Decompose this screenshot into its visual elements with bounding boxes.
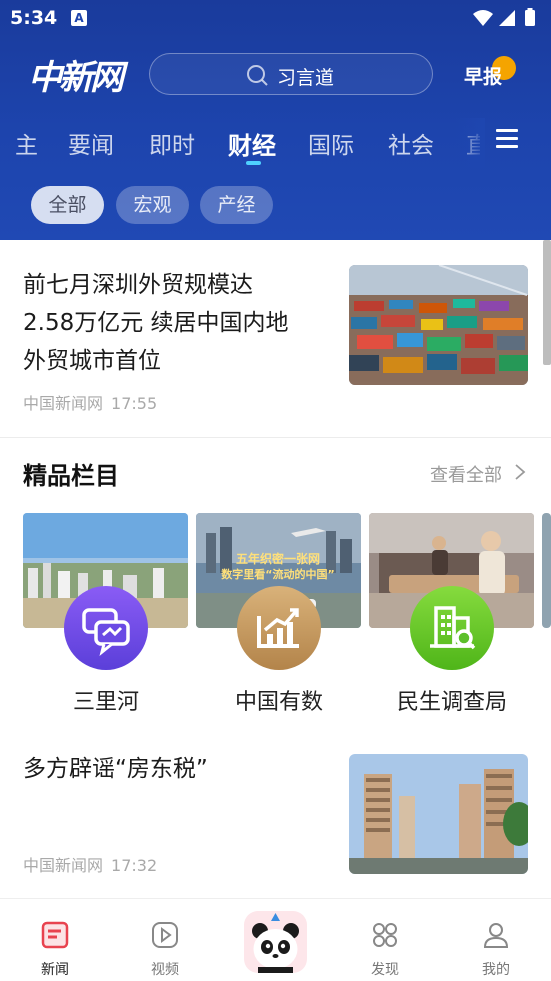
divider	[0, 437, 551, 438]
nav-label: 发现	[371, 962, 399, 978]
article-meta: 中国新闻网 17:32	[23, 852, 157, 876]
article-time: 17:55	[111, 394, 158, 413]
column-label-china-data[interactable]: 中国有数	[194, 684, 364, 716]
news-item[interactable]: 前七月深圳外贸规模达 2.58万亿元 续居中国内地 外贸城市首位 中国新闻网 17…	[0, 240, 551, 437]
article-source: 中国新闻网	[23, 856, 104, 875]
see-all-link[interactable]: 查看全部	[430, 461, 502, 487]
news-icon	[41, 921, 69, 949]
article-time: 17:32	[111, 856, 158, 875]
header: 5:34 A 中新网 习言道 早报 主 要闻 即时 财经 国际 社会 直 全部 …	[0, 0, 551, 240]
article-title: 前七月深圳外贸规模达 2.58万亿元 续居中国内地 外贸城市首位	[23, 266, 333, 380]
column-label-livelihood-survey[interactable]: 民生调查局	[367, 684, 537, 716]
chart-growth-icon[interactable]	[237, 586, 321, 670]
article-thumbnail	[349, 265, 528, 385]
tab-society[interactable]: 社会	[388, 126, 434, 160]
nav-profile[interactable]: 我的	[451, 899, 541, 981]
category-tabs: 主 要闻 即时 财经 国际 社会 直	[0, 122, 480, 168]
premium-section-title: 精品栏目	[23, 462, 119, 490]
signal-icon	[499, 10, 515, 26]
column-label-sanlihe[interactable]: 三里河	[21, 684, 191, 716]
status-time: 5:34	[10, 7, 58, 29]
article-thumbnail	[349, 754, 528, 874]
building-search-icon[interactable]	[410, 586, 494, 670]
tab-partial-left[interactable]: 主	[15, 126, 38, 160]
menu-icon[interactable]	[496, 129, 520, 151]
chevron-right-icon	[515, 464, 526, 480]
article-title-line: 前七月深圳外贸规模达	[23, 272, 253, 298]
chat-bubbles-icon[interactable]	[64, 586, 148, 670]
nav-label: 我的	[482, 962, 510, 978]
nav-news[interactable]: 新闻	[10, 899, 100, 981]
wifi-icon	[473, 10, 493, 26]
app-logo[interactable]: 中新网	[28, 50, 124, 98]
tabs-fade	[455, 118, 485, 168]
panda-icon[interactable]	[244, 911, 307, 973]
nav-video[interactable]: 视频	[120, 899, 210, 981]
play-icon	[152, 922, 178, 948]
search-placeholder: 习言道	[277, 67, 335, 89]
nav-label: 新闻	[41, 962, 69, 978]
article-title: 多方辟谣“房东税”	[23, 750, 333, 788]
status-icons	[473, 8, 535, 26]
article-title-line: 2.58万亿元 续居中国内地	[23, 310, 289, 336]
chip-industry[interactable]: 产经	[200, 186, 273, 224]
search-icon	[247, 65, 268, 86]
card-banner-line-1: 五年织密一张网	[236, 551, 320, 566]
search-bar[interactable]: 习言道	[149, 53, 433, 95]
bottom-navigation: 新闻 视频 发现 我的	[0, 898, 551, 981]
article-title-line: 多方辟谣“房东税”	[23, 756, 208, 782]
card-banner-line-2: 数字里看“流动的中国”	[221, 567, 334, 581]
status-bar: 5:34 A	[0, 0, 551, 36]
nav-discover[interactable]: 发现	[340, 899, 430, 981]
notification-a-icon: A	[71, 10, 87, 26]
article-source: 中国新闻网	[23, 394, 104, 413]
morning-report-button[interactable]: 早报	[464, 62, 502, 89]
tab-finance[interactable]: 财经	[228, 126, 276, 161]
profile-icon	[483, 923, 509, 948]
tab-international[interactable]: 国际	[308, 126, 354, 160]
active-tab-indicator	[246, 161, 261, 165]
chip-all[interactable]: 全部	[31, 186, 104, 224]
battery-icon	[525, 10, 535, 26]
news-item[interactable]: 多方辟谣“房东税” 中国新闻网 17:32	[0, 728, 551, 898]
chip-macro[interactable]: 宏观	[116, 186, 189, 224]
tab-instant[interactable]: 即时	[149, 126, 195, 160]
tab-headlines[interactable]: 要闻	[68, 126, 114, 160]
nav-label: 视频	[151, 962, 179, 978]
article-title-line: 外贸城市首位	[23, 348, 161, 374]
article-meta: 中国新闻网 17:55	[23, 390, 157, 414]
column-card-image-partial[interactable]	[542, 513, 551, 628]
discover-icon	[373, 923, 397, 947]
